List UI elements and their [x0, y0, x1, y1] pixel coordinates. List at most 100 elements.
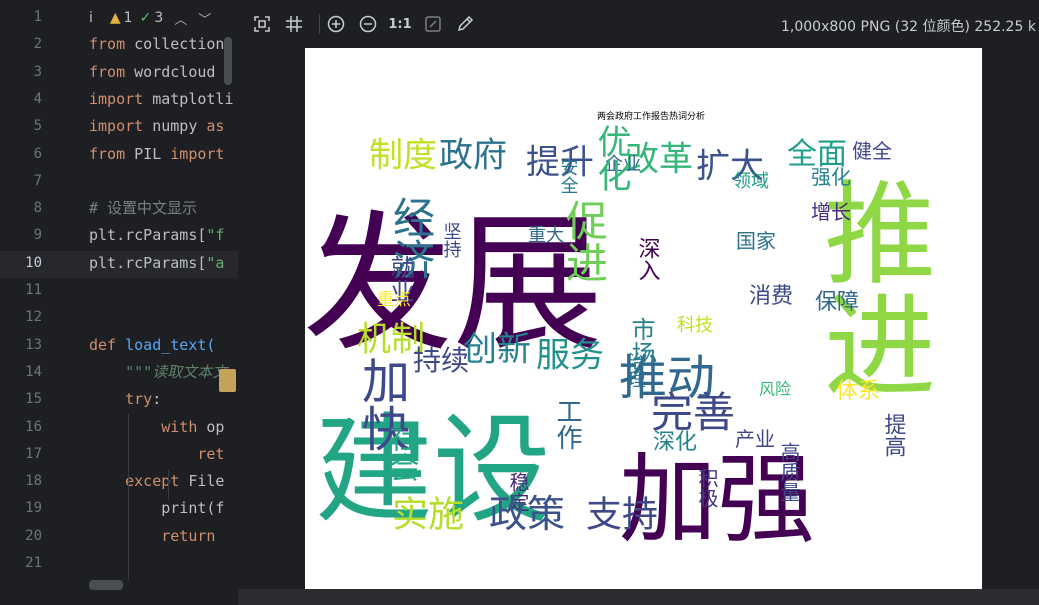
crop-grid-icon[interactable]	[282, 12, 306, 36]
wordcloud-word: 健全	[852, 139, 892, 163]
code-line[interactable]: except File	[89, 468, 224, 495]
code-token: plt.rcParams[	[89, 226, 207, 245]
code-line[interactable]: ret	[89, 441, 224, 468]
code-line[interactable]: plt.rcParams["a	[89, 250, 224, 277]
line-number[interactable]: 7	[0, 168, 42, 195]
line-number[interactable]: 19	[0, 495, 42, 522]
code-line[interactable]: def load_text(	[89, 332, 215, 359]
wordcloud-word: 深化	[653, 430, 697, 455]
code-token: op	[197, 417, 225, 436]
code-token: wordcloud	[125, 62, 216, 81]
code-line[interactable]: # 设置中文显示	[89, 195, 197, 222]
code-line[interactable]: from wordcloud	[89, 59, 215, 86]
code-line[interactable]: return	[89, 523, 215, 550]
line-number[interactable]: 8	[0, 195, 42, 222]
wordcloud-word: 治理	[625, 352, 646, 388]
wordcloud-word: 政府	[439, 136, 507, 176]
code-token: "f	[206, 226, 225, 245]
toggle-background-icon[interactable]	[421, 12, 445, 36]
vertical-scrollbar[interactable]	[224, 37, 232, 85]
line-number-gutter[interactable]: 1 2 3 4 5 6 7 8 9 10 11 12 13 14 15 16 17 18 19 20 21	[0, 0, 76, 605]
wordcloud-word: 创新	[463, 330, 531, 370]
toolbar-separator	[319, 14, 320, 34]
wordcloud-word: 安全	[558, 158, 579, 194]
wordcloud-word: 消费	[749, 284, 793, 309]
line-number[interactable]: 21	[0, 550, 42, 577]
horizontal-scrollbar[interactable]	[89, 580, 123, 590]
code-token: print	[161, 499, 207, 518]
wordcloud-word: 政策	[489, 492, 565, 536]
zoom-in-icon[interactable]	[324, 12, 348, 36]
image-info-label: 1,000x800 PNG (32 位颜色) 252.25 k	[781, 19, 1036, 35]
line-number[interactable]: 10	[0, 250, 42, 277]
code-token: (f	[206, 499, 225, 518]
code-line[interactable]: plt.rcParams["f	[89, 222, 224, 249]
line-number[interactable]: 13	[0, 332, 42, 359]
wordcloud-word: 积极	[695, 468, 719, 508]
code-token: from	[89, 144, 126, 163]
code-line[interactable]: import matplotli	[89, 86, 234, 113]
inspection-widget[interactable]: i ▲ 1 ✓ 3 ︿ ﹀	[89, 6, 218, 30]
wordcloud-canvas: 两会政府工作报告热词分析 发展 推进建设 加强加快 推动经济制度 政府 提升 改革 扩大 全面健…	[305, 110, 935, 557]
wordcloud-word: 保障	[815, 290, 859, 315]
line-number[interactable]: 14	[0, 359, 42, 386]
line-number[interactable]: 15	[0, 386, 42, 413]
code-token: import	[89, 117, 144, 136]
wordcloud-word: 优化	[591, 124, 631, 192]
line-number[interactable]: 16	[0, 414, 42, 441]
indent-guide	[128, 414, 129, 580]
code-line[interactable]: import numpy as	[89, 113, 224, 140]
wordcloud-word: 提高	[881, 413, 907, 457]
code-line[interactable]: try:	[89, 386, 161, 413]
code-line[interactable]: print(f	[89, 495, 224, 522]
line-number[interactable]: 4	[0, 86, 42, 113]
wordcloud-words: 发展 推进建设 加强加快 推动经济制度 政府 提升 改革 扩大 全面 健全企业安全 领域 强化增长重大…	[305, 124, 935, 557]
color-picker-icon[interactable]	[453, 12, 477, 36]
zoom-out-icon[interactable]	[356, 12, 380, 36]
line-number[interactable]: 6	[0, 141, 42, 168]
code-line[interactable]: """读取文本文	[89, 359, 227, 386]
wordcloud-word: 支持	[586, 494, 658, 535]
line-number[interactable]: 3	[0, 59, 42, 86]
code-line[interactable]: from collection	[89, 31, 224, 58]
line-number[interactable]: 12	[0, 304, 42, 331]
line-number[interactable]: 9	[0, 222, 42, 249]
line-number[interactable]: 20	[0, 523, 42, 550]
wordcloud-word: 领域	[733, 171, 769, 192]
code-token: collection	[125, 35, 225, 54]
line-number[interactable]: 1	[0, 4, 42, 31]
previous-highlight-icon[interactable]: ︿	[174, 9, 187, 28]
actual-size-button[interactable]: 1:1	[388, 12, 412, 36]
line-number[interactable]: 17	[0, 441, 42, 468]
line-number[interactable]: 5	[0, 113, 42, 140]
code-token: import	[170, 144, 225, 163]
next-highlight-icon[interactable]: ﹀	[198, 9, 211, 28]
code-editor[interactable]: 1 2 3 4 5 6 7 8 9 10 11 12 13 14 15 16 17 18 19 20 21 from c…	[0, 0, 238, 605]
code-token: import	[89, 89, 144, 108]
line-number[interactable]: 18	[0, 468, 42, 495]
code-token: def	[89, 335, 117, 354]
wordcloud-word: 高质量	[777, 442, 801, 502]
line-number[interactable]: 2	[0, 31, 42, 58]
code-line[interactable]: with op	[89, 414, 224, 441]
bookmark-marker[interactable]	[219, 369, 236, 392]
code-line[interactable]: from PIL import	[89, 141, 224, 168]
wordcloud-word: 社会	[384, 422, 420, 482]
wordcloud-word: 强化	[811, 165, 851, 189]
code-token: PIL	[125, 144, 171, 163]
wordcloud-title: 两会政府工作报告热词分析	[597, 110, 705, 122]
wordcloud-word: 服务	[536, 336, 604, 376]
fit-to-screen-icon[interactable]	[250, 12, 274, 36]
code-token: plt.rcParams[	[89, 253, 207, 272]
wordcloud-word: 科技	[677, 315, 713, 336]
line-number[interactable]: 11	[0, 277, 42, 304]
status-strip	[238, 589, 1039, 605]
checkmark-icon: ✓	[139, 10, 152, 26]
wordcloud-word: 持续	[413, 344, 469, 377]
code-token: from	[89, 35, 126, 54]
